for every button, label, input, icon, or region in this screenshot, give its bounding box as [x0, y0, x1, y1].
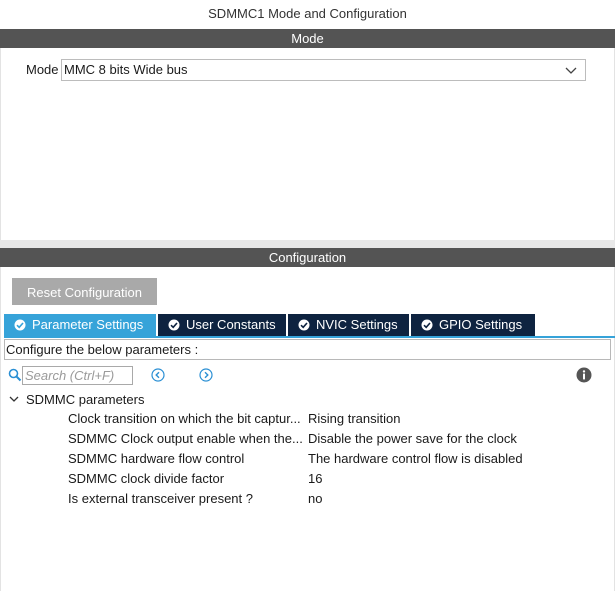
group-label: SDMMC parameters: [26, 392, 145, 407]
parameter-name: Is external transceiver present ?: [68, 491, 253, 506]
parameter-row[interactable]: SDMMC clock divide factor 16: [68, 469, 608, 489]
parameter-name: SDMMC Clock output enable when the...: [68, 431, 303, 446]
sdmmc-parameters-group[interactable]: SDMMC parameters: [8, 391, 144, 409]
mode-dropdown[interactable]: MMC 8 bits Wide bus: [61, 59, 586, 81]
parameter-row[interactable]: SDMMC Clock output enable when the... Di…: [68, 429, 608, 449]
tab-user-constants[interactable]: User Constants: [158, 314, 286, 336]
mode-dropdown-value: MMC 8 bits Wide bus: [64, 62, 188, 77]
tab-label: Parameter Settings: [32, 317, 144, 332]
parameter-name: Clock transition on which the bit captur…: [68, 411, 301, 426]
info-icon[interactable]: [576, 367, 592, 383]
reset-configuration-button[interactable]: Reset Configuration: [12, 278, 157, 305]
parameters-description: Configure the below parameters :: [4, 339, 611, 360]
tab-parameter-settings[interactable]: Parameter Settings: [4, 314, 156, 336]
window-title: SDMMC1 Mode and Configuration: [208, 6, 407, 21]
parameter-value[interactable]: Disable the power save for the clock: [308, 429, 517, 449]
parameter-value[interactable]: 16: [308, 469, 322, 489]
tab-nvic-settings[interactable]: NVIC Settings: [288, 314, 409, 336]
search-icon: [8, 368, 22, 382]
arrow-left-circle-icon[interactable]: [151, 368, 165, 382]
parameter-value[interactable]: Rising transition: [308, 409, 401, 429]
mode-label: Mode: [26, 62, 59, 77]
parameter-row[interactable]: Clock transition on which the bit captur…: [68, 409, 608, 429]
parameter-row[interactable]: SDMMC hardware flow control The hardware…: [68, 449, 608, 469]
parameter-row[interactable]: Is external transceiver present ? no: [68, 489, 608, 509]
chevron-down-icon: [565, 67, 577, 74]
mode-section-header: Mode: [0, 29, 615, 48]
check-circle-icon: [14, 319, 26, 331]
tab-underline: [4, 336, 615, 338]
check-circle-icon: [168, 319, 180, 331]
search-input[interactable]: [22, 366, 133, 385]
tab-label: GPIO Settings: [439, 317, 523, 332]
parameter-name: SDMMC clock divide factor: [68, 471, 225, 486]
chevron-down-icon[interactable]: [8, 393, 20, 405]
tab-label: User Constants: [186, 317, 276, 332]
parameter-name: SDMMC hardware flow control: [68, 451, 245, 466]
configuration-section-header: Configuration: [0, 248, 615, 267]
arrow-right-circle-icon[interactable]: [199, 368, 213, 382]
parameter-value[interactable]: The hardware control flow is disabled: [308, 449, 523, 469]
parameter-value[interactable]: no: [308, 489, 322, 509]
panel-splitter[interactable]: [0, 240, 615, 248]
tab-label: NVIC Settings: [316, 317, 398, 332]
tab-gpio-settings[interactable]: GPIO Settings: [411, 314, 535, 336]
check-circle-icon: [298, 319, 310, 331]
check-circle-icon: [421, 319, 433, 331]
